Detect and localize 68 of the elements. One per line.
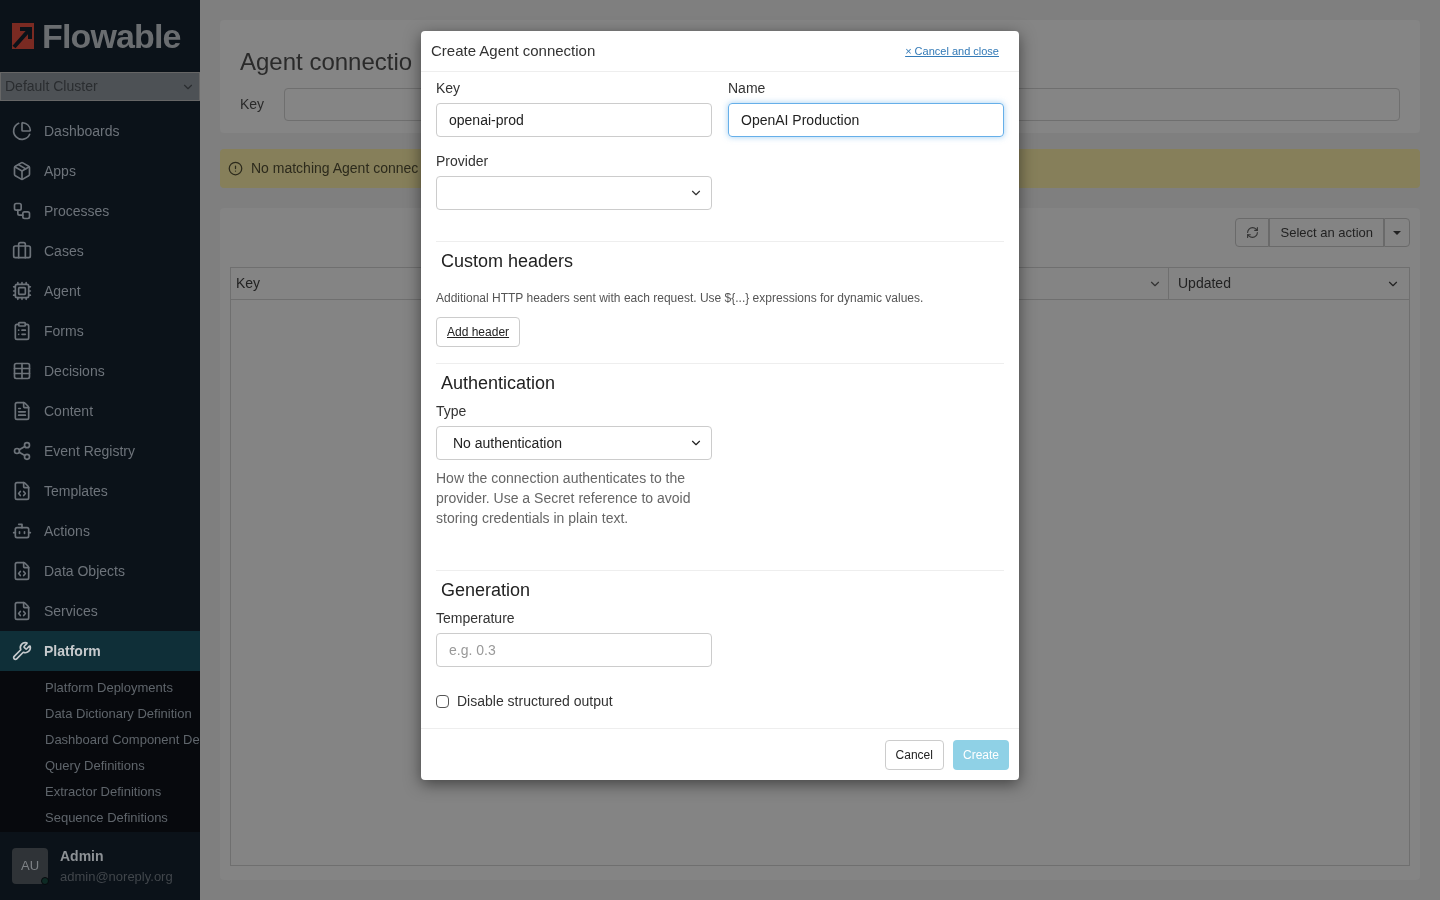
provider-select[interactable]: [436, 176, 712, 210]
refresh-button[interactable]: [1235, 218, 1270, 247]
filter-label: Key: [240, 95, 265, 114]
nav-icon: [12, 241, 32, 261]
submenu-item[interactable]: Data Dictionary Definition: [45, 701, 200, 727]
action-select-button[interactable]: Select an action: [1269, 218, 1384, 247]
nav-icon: [12, 441, 32, 461]
dialog-title: Create Agent connection: [431, 40, 596, 61]
sidebar-item[interactable]: Processes: [0, 191, 200, 231]
nav-icon: [12, 121, 32, 141]
section-heading: Generation: [440, 579, 532, 602]
nav-icon: [12, 481, 32, 501]
checkbox-label: Disable structured output: [457, 692, 613, 711]
field-label: Name: [728, 79, 767, 98]
caret-icon: [1393, 230, 1401, 235]
submenu-item[interactable]: Platform Deployments: [45, 675, 200, 701]
sidebar-item[interactable]: Event Registry: [0, 431, 200, 471]
field-label: Temperature: [436, 609, 516, 628]
nav-icon: [12, 281, 32, 301]
nav-icon: [12, 641, 32, 661]
help-text: How the connection authenticates to the provider. Use a Secret reference to avoid storing credentials in plain text.: [436, 469, 692, 528]
section-heading: Authentication: [440, 372, 557, 395]
nav-icon: [12, 521, 32, 541]
alert-text: No matching Agent connec: [251, 159, 419, 178]
submenu-item[interactable]: Dashboard Component De: [45, 727, 200, 753]
help-text: Additional HTTP headers sent with each request. Use ${...} expressions for dynamic values.: [436, 290, 925, 307]
sidebar-item[interactable]: Actions: [0, 511, 200, 551]
page-title: Agent connectio: [240, 47, 413, 77]
submenu-item[interactable]: Sequence Definitions: [45, 805, 200, 831]
sidebar-item[interactable]: Agent: [0, 271, 200, 311]
user-avatar: AU: [12, 848, 48, 884]
nav-icon: [12, 201, 32, 221]
user-name: Admin: [60, 846, 105, 866]
field-label: Key: [436, 79, 462, 98]
sidebar-item[interactable]: Dashboards: [0, 111, 200, 151]
nav-icon: [12, 601, 32, 621]
cancel-close-link[interactable]: × Cancel and close: [905, 42, 999, 60]
logo-text: Flowable: [42, 15, 181, 57]
submenu-item[interactable]: Extractor Definitions: [45, 779, 200, 805]
sidebar-item[interactable]: Platform: [0, 631, 200, 671]
section-heading: Custom headers: [440, 250, 575, 273]
nav-icon: [12, 561, 32, 581]
sidebar-item[interactable]: Decisions: [0, 351, 200, 391]
nav-icon: [12, 161, 32, 181]
sidebar-item[interactable]: Forms: [0, 311, 200, 351]
refresh-icon: [1246, 226, 1259, 239]
auth-type-select[interactable]: No authentication: [436, 426, 712, 460]
sidebar-item[interactable]: Templates: [0, 471, 200, 511]
nav-icon: [12, 321, 32, 341]
text-field[interactable]: OpenAI Production: [728, 103, 1004, 137]
field-label: Provider: [436, 152, 490, 171]
dropdown-button[interactable]: [1384, 218, 1410, 247]
submenu-item[interactable]: Query Definitions: [45, 753, 200, 779]
temperature-field[interactable]: e.g. 0.3: [436, 633, 712, 667]
nav-icon: [12, 401, 32, 421]
cancel-button[interactable]: Cancel: [884, 739, 944, 770]
checkbox[interactable]: [436, 695, 449, 708]
column-header[interactable]: Updated: [1168, 268, 1409, 299]
nav-icon: [12, 361, 32, 381]
sidebar-item[interactable]: Data Objects: [0, 551, 200, 591]
alert-icon: [228, 161, 243, 176]
sidebar-item[interactable]: Cases: [0, 231, 200, 271]
sidebar-item[interactable]: Apps: [0, 151, 200, 191]
field-label: Type: [436, 402, 468, 421]
sidebar-item[interactable]: Content: [0, 391, 200, 431]
sidebar-item[interactable]: Services: [0, 591, 200, 631]
text-field[interactable]: openai-prod: [436, 103, 712, 137]
add-header-button[interactable]: Add header: [436, 317, 521, 347]
